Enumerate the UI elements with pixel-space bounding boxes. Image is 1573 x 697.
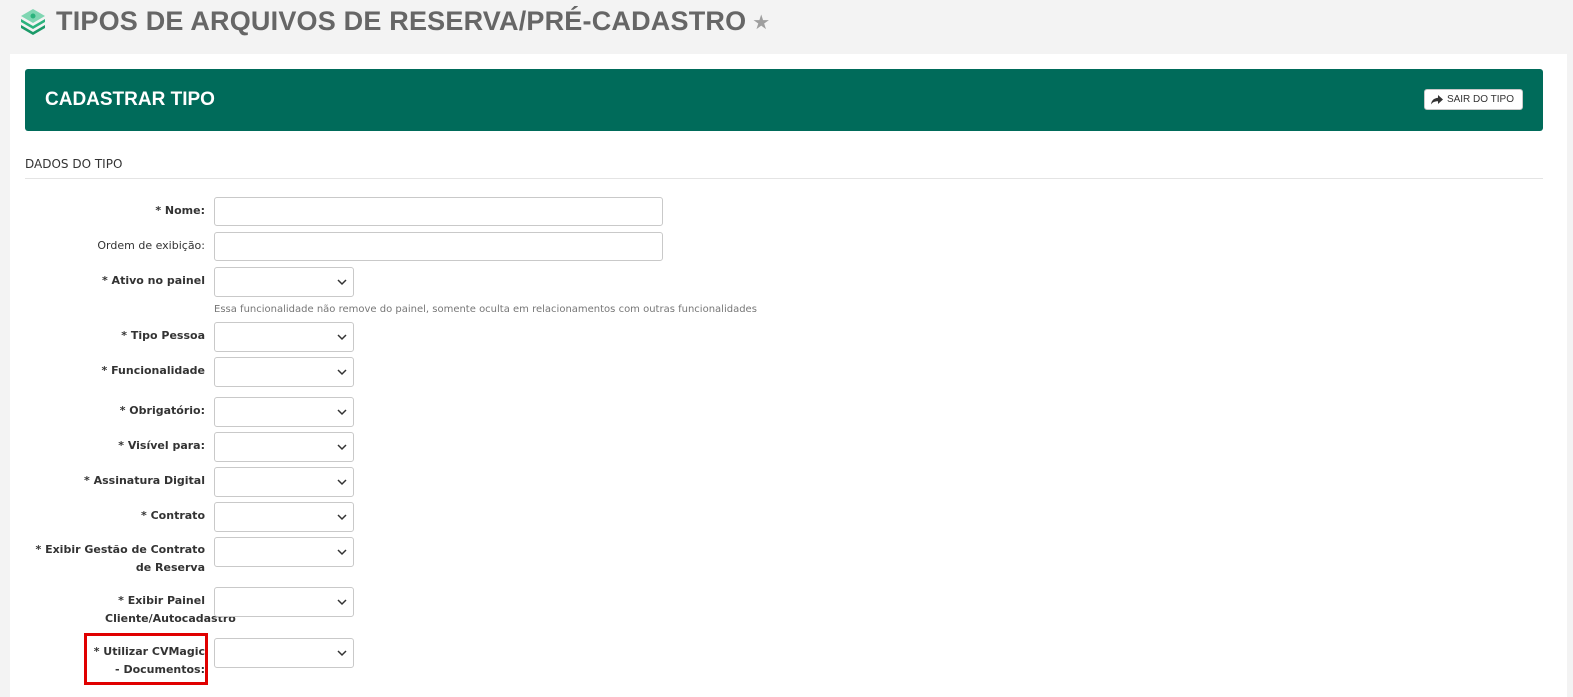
chevron-down-icon (337, 369, 347, 376)
gestao-select[interactable] (214, 537, 354, 567)
visivel-label: * Visível para: (118, 439, 205, 452)
form-panel: CADASTRAR TIPO SAIR DO TIPO DADOS DO TIP… (10, 54, 1567, 697)
star-icon[interactable]: ★ (752, 10, 770, 34)
chevron-down-icon (337, 479, 347, 486)
ativo-label: * Ativo no painel (101, 274, 205, 287)
tipo-pessoa-label: * Tipo Pessoa (121, 329, 205, 342)
assinatura-label: * Assinatura Digital (84, 474, 205, 487)
ordem-label: Ordem de exibição: (97, 239, 205, 252)
ativo-select[interactable] (214, 267, 354, 297)
page-title: TIPOS DE ARQUIVOS DE RESERVA/PRÉ-CADASTR… (56, 5, 747, 36)
exit-button-label: SAIR DO TIPO (1446, 94, 1514, 105)
nome-label: * Nome: (155, 204, 205, 217)
page-header: TIPOS DE ARQUIVOS DE RESERVA/PRÉ-CADASTR… (18, 4, 770, 38)
funcionalidade-select[interactable] (214, 357, 354, 387)
tipo-pessoa-select[interactable] (214, 322, 354, 352)
chevron-down-icon (337, 549, 347, 556)
chevron-down-icon (337, 444, 347, 451)
highlight-box (84, 633, 208, 685)
assinatura-select[interactable] (214, 467, 354, 497)
obrigatorio-label: * Obrigatório: (119, 404, 205, 417)
section-title: DADOS DO TIPO (25, 157, 1543, 179)
money-stack-icon (21, 9, 45, 35)
painel-cliente-select[interactable] (214, 587, 354, 617)
chevron-down-icon (337, 514, 347, 521)
visivel-select[interactable] (214, 432, 354, 462)
contrato-label: * Contrato (141, 509, 205, 522)
cvmagic-select[interactable] (214, 638, 354, 668)
chevron-down-icon (337, 334, 347, 341)
obrigatorio-select[interactable] (214, 397, 354, 427)
share-arrow-icon (1430, 94, 1443, 104)
ordem-input[interactable] (214, 232, 663, 261)
ativo-help-text: Essa funcionalidade não remove do painel… (214, 304, 757, 315)
chevron-down-icon (337, 409, 347, 416)
exit-type-button[interactable]: SAIR DO TIPO (1423, 89, 1523, 110)
gestao-label: * Exibir Gestão de Contrato de Reserva (35, 543, 205, 574)
funcionalidade-label: * Funcionalidade (101, 364, 206, 377)
banner-title: CADASTRAR TIPO (45, 89, 215, 110)
chevron-down-icon (337, 599, 347, 606)
contrato-select[interactable] (214, 502, 354, 532)
chevron-down-icon (337, 650, 347, 657)
form-banner: CADASTRAR TIPO SAIR DO TIPO (25, 69, 1543, 131)
nome-input[interactable] (214, 197, 663, 226)
painel-cliente-label: * Exibir Painel Cliente/Autocadastro (105, 594, 236, 625)
chevron-down-icon (337, 279, 347, 286)
